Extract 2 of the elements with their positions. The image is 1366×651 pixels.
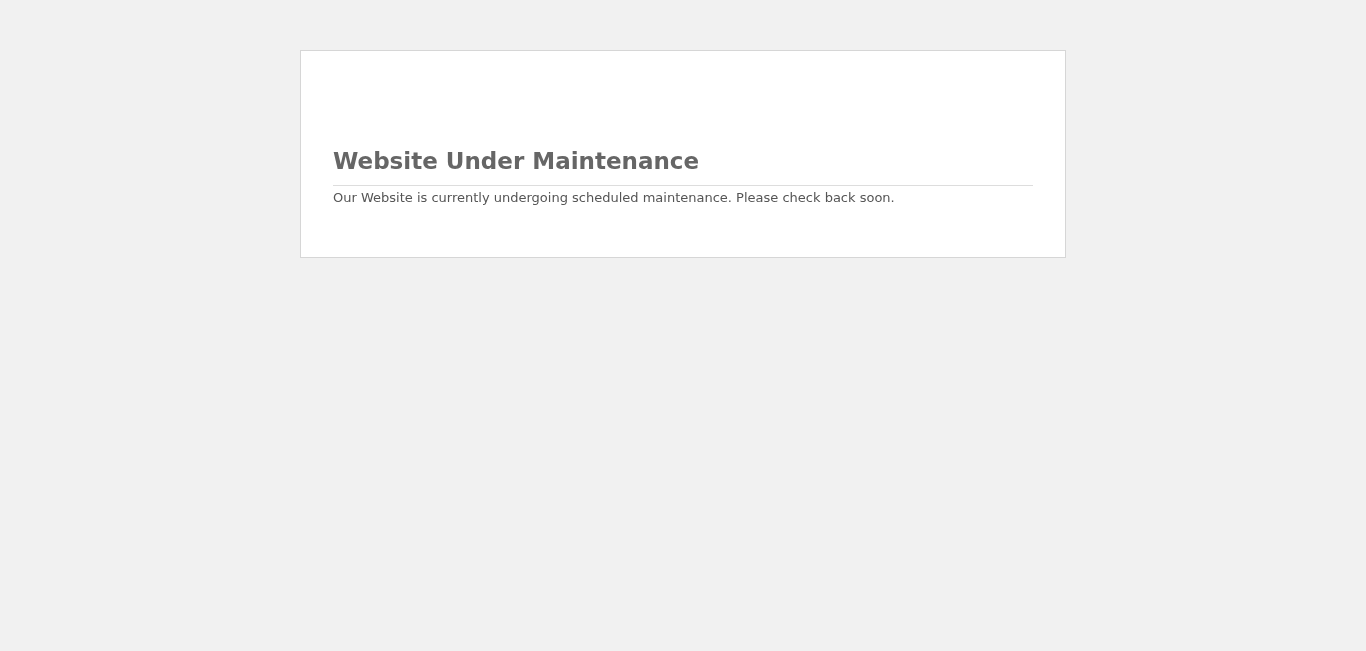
page-title: Website Under Maintenance	[333, 147, 1033, 186]
maintenance-message: Our Website is currently undergoing scheduled maintenance. Please check back soon.	[333, 189, 896, 207]
